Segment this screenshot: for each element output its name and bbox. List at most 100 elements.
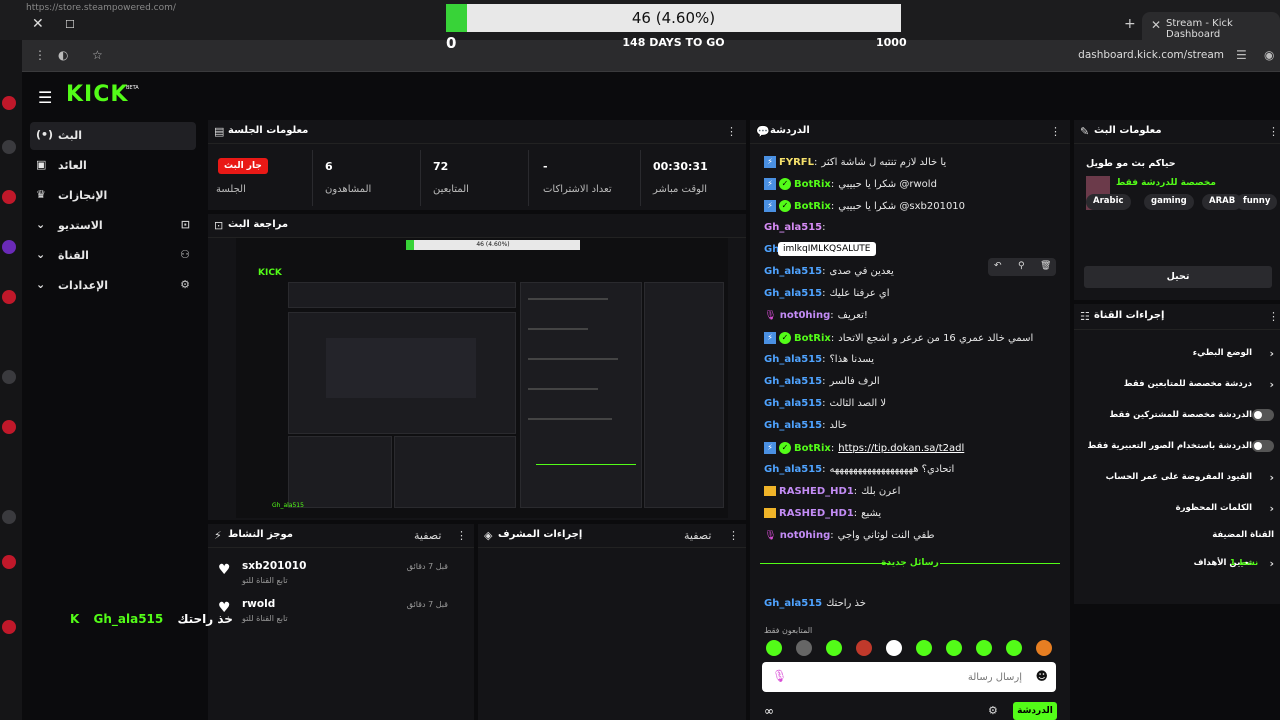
chat-message[interactable]: Gh_ala515: خالد [764,420,1056,440]
taskbar-app-icon[interactable] [2,290,16,304]
chat-message[interactable]: ⚡ ✓ BotRix: شكرا يا حبيبي @rwold [764,178,1056,198]
bookmark-star-icon[interactable]: ☆ [92,48,103,62]
chat-username[interactable]: RASHED_HD1 [779,486,854,497]
kebab-menu-icon[interactable]: ⋮ [726,125,737,138]
banned-words-row[interactable]: الكلمات المحظورة › [1080,499,1274,521]
chat-message[interactable]: RASHED_HD1: اعرن بلك [764,486,1056,506]
chat-username[interactable]: Gh_ala515 [764,464,822,475]
kebab-menu-icon[interactable]: ⋮ [456,529,467,542]
chat-message[interactable]: Gh_ala515: يسدنا هذا؟ [764,354,1056,374]
host-channel-row[interactable]: القناة المضيفة [1080,526,1274,548]
emote-icon[interactable] [886,640,902,656]
chat-username[interactable]: not0hing [780,310,831,321]
account-age-row[interactable]: القيود المفروضة على عمر الحساب › [1080,468,1274,490]
extension-icon[interactable]: ◐ [58,48,68,62]
chat-message[interactable]: Gh_ala515 خذ راحتك [764,598,1056,618]
kebab-menu-icon[interactable]: ⋮ [728,529,739,542]
chat-username[interactable]: Gh_ala515 [764,420,822,431]
sidebar-item-revenue[interactable]: ▣ العائد [30,152,196,180]
activity-username[interactable]: rwold [242,598,275,610]
kick-logo[interactable]: KICK [66,82,128,107]
profile-icon[interactable]: ◉ [1264,48,1274,62]
chat-send-button[interactable]: الدردشة [1013,702,1057,720]
taskbar-app-icon[interactable] [2,240,16,254]
hamburger-menu-icon[interactable]: ☰ [38,88,52,107]
activity-username[interactable]: sxb201010 [242,560,306,572]
set-goals-row[interactable]: تعيين الأهداف 1 نشط › [1080,554,1274,576]
delete-icon[interactable]: 🗑 [1040,261,1051,271]
chat-message[interactable]: Gh_ala515: اتحادي؟ ههههههههههههههههههه [764,464,1056,484]
taskbar-app-icon[interactable] [2,370,16,384]
taskbar-app-icon[interactable] [2,510,16,524]
mic-icon[interactable]: 🎙 [772,669,787,683]
emote-icon[interactable] [856,640,872,656]
sidebar-item-achievements[interactable]: ♛ الإنجازات [30,182,196,210]
stream-preview-video[interactable]: 46 (4.60%) KICK Gh_ala515 [236,238,728,518]
chat-username[interactable]: RASHED_HD1 [779,508,854,519]
close-window-icon[interactable]: ✕ [32,16,44,32]
stream-category[interactable]: مخصصة للدردشة فقط [1116,178,1216,188]
edit-stream-button[interactable]: تحيل [1084,266,1272,288]
emote-icon[interactable] [826,640,842,656]
chat-username[interactable]: BotRix [794,201,831,212]
tab-close-icon[interactable]: ✕ [1151,18,1161,32]
chat-message[interactable]: Gh_ala515: اي عرفنا عليك [764,288,1056,308]
sidebar-item-settings[interactable]: ⌄ الإعدادات ⚙ [30,272,196,300]
slow-mode-row[interactable]: الوضع البطيء › [1080,344,1274,366]
chat-username[interactable]: Gh_ala515 [764,354,822,365]
chat-message[interactable]: ⚡ ✓ BotRix: https://tip.dokan.sa/t2adl [764,442,1056,462]
chat-username[interactable]: BotRix [794,333,831,344]
chat-username[interactable]: Gh_ala515 [764,288,822,299]
chat-username[interactable]: BotRix [794,443,831,454]
taskbar-app-icon[interactable] [2,140,16,154]
address-bar[interactable]: dashboard.kick.com/stream [1078,49,1224,61]
chat-username[interactable]: Gh_ala515 [764,598,822,609]
taskbar-app-icon[interactable] [2,555,16,569]
kebab-menu-icon[interactable]: ⋮ [1268,125,1279,138]
followers-only-row[interactable]: دردشة مخصصة للمتابعين فقط › [1080,375,1274,397]
chat-username[interactable]: FYRFL [779,157,814,168]
emotes-only-toggle[interactable] [1252,440,1274,452]
chat-message[interactable]: ⚡ ✓ BotRix: اسمي خالد عمري 16 من عرعر و اشج… [764,332,1056,352]
sidebar-item-stream[interactable]: (•) البث [30,122,196,150]
emote-icon[interactable] [1006,640,1022,656]
tab-kick-dashboard[interactable]: Stream - Kick Dashboard [1142,12,1280,40]
emote-icon[interactable] [766,640,782,656]
emote-icon[interactable] [976,640,992,656]
kebab-menu-icon[interactable]: ⋮ [1050,125,1061,138]
chat-message[interactable]: 🎙 not0hing: طفي النت لوثاني واجي [764,530,1056,550]
taskbar-app-icon[interactable] [2,190,16,204]
chat-message[interactable]: RASHED_HD1: يشيع [764,508,1056,528]
emote-icon[interactable] [946,640,962,656]
chat-settings-icon[interactable]: ⚙ [988,704,998,717]
chat-message[interactable]: ⚡ ✓ BotRix: شكرا يا حبيبي @sxb201010 [764,200,1056,220]
chat-username[interactable]: Gh_ala515 [764,376,822,387]
sidebar-item-channel[interactable]: ⌄ القناة ⚇ [30,242,196,270]
sidebar-item-studio[interactable]: ⌄ الاستديو ⊡ [30,212,196,240]
emote-icon[interactable] [796,640,812,656]
chat-username[interactable]: Gh_ala515 [764,266,822,277]
taskbar-app-icon[interactable] [2,620,16,634]
new-tab-icon[interactable]: + [1124,16,1136,32]
chat-input[interactable] [802,662,1022,692]
filter-button[interactable]: تصفية [414,529,441,542]
chat-username[interactable]: BotRix [794,179,831,190]
menu-dots-icon[interactable]: ⋮ [34,48,46,62]
filter-button[interactable]: تصفية [684,529,711,542]
kebab-menu-icon[interactable]: ⋮ [1268,310,1279,323]
chat-message[interactable]: ⚡ FYRFL: يا خالد لازم تنتبه ل شاشة اكثر [764,156,1056,176]
chat-link[interactable]: https://tip.dokan.sa/t2adl [838,443,964,454]
chat-username[interactable]: Gh_ala515 [764,398,822,409]
chat-username[interactable]: not0hing [780,530,831,541]
restore-window-icon[interactable]: ☐ [65,18,75,31]
chat-message[interactable]: Gh_ala515: لا الصد الثالث [764,398,1056,418]
emoji-icon[interactable]: ☻ [1035,669,1048,683]
subscribers-only-toggle[interactable] [1252,409,1274,421]
taskbar-app-icon[interactable] [2,420,16,434]
reply-icon[interactable]: ↶ [994,261,1002,271]
chat-message[interactable]: Gh_ala515: [764,222,1056,242]
pin-icon[interactable]: ⚲ [1018,261,1025,271]
emote-icon[interactable] [1036,640,1052,656]
chat-message[interactable]: 🎙 not0hing: تعريف! [764,310,1056,330]
taskbar-app-icon[interactable] [2,96,16,110]
